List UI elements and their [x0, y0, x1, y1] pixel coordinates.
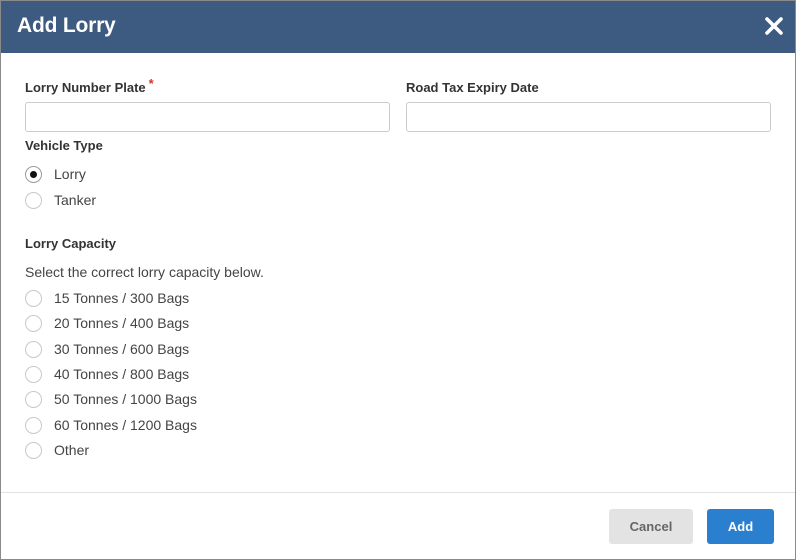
capacity-option-60t[interactable]: 60 Tonnes / 1200 Bags — [25, 415, 197, 435]
radio-button[interactable] — [25, 340, 42, 358]
radio-label: 60 Tonnes / 1200 Bags — [54, 417, 197, 433]
capacity-option-40t[interactable]: 40 Tonnes / 800 Bags — [25, 364, 189, 384]
radio-label: 15 Tonnes / 300 Bags — [54, 290, 190, 306]
capacity-option-other[interactable]: Other — [25, 440, 89, 460]
radio-label: 40 Tonnes / 800 Bags — [54, 366, 190, 382]
radio-button[interactable] — [25, 416, 42, 434]
capacity-option-50t[interactable]: 50 Tonnes / 1000 Bags — [25, 389, 197, 409]
dialog-title: Add Lorry — [17, 14, 116, 37]
radio-label: 50 Tonnes / 1000 Bags — [54, 391, 197, 407]
capacity-help-text: Select the correct lorry capacity below. — [25, 264, 264, 280]
cancel-button[interactable]: Cancel — [609, 509, 693, 544]
radio-button[interactable] — [25, 289, 42, 307]
dialog-header: Add Lorry — [1, 1, 795, 53]
radio-label: 20 Tonnes / 400 Bags — [54, 315, 190, 331]
road-tax-expiry-input[interactable] — [406, 102, 771, 132]
radio-label: 30 Tonnes / 600 Bags — [54, 341, 190, 357]
radio-button-lorry[interactable] — [25, 165, 42, 183]
required-asterisk: * — [148, 76, 154, 91]
add-button[interactable]: Add — [707, 509, 774, 544]
radio-label: Lorry — [54, 166, 86, 182]
number-plate-label-text: Lorry Number Plate — [25, 80, 146, 95]
vehicle-type-option-tanker[interactable]: Tanker — [25, 190, 96, 210]
capacity-option-30t[interactable]: 30 Tonnes / 600 Bags — [25, 339, 189, 359]
add-lorry-dialog: Add Lorry Lorry Number Plate * Road Tax E… — [0, 0, 796, 560]
number-plate-input[interactable] — [25, 102, 390, 132]
footer-divider — [1, 492, 795, 493]
radio-button[interactable] — [25, 441, 42, 459]
lorry-capacity-label: Lorry Capacity — [25, 236, 117, 251]
radio-button[interactable] — [25, 365, 42, 383]
vehicle-type-label: Vehicle Type — [25, 138, 103, 153]
radio-label: Tanker — [54, 192, 97, 208]
capacity-option-15t[interactable]: 15 Tonnes / 300 Bags — [25, 288, 189, 308]
radio-button[interactable] — [25, 390, 42, 408]
road-tax-label: Road Tax Expiry Date — [406, 80, 539, 95]
capacity-option-20t[interactable]: 20 Tonnes / 400 Bags — [25, 313, 189, 333]
close-icon[interactable] — [763, 15, 785, 37]
radio-button[interactable] — [25, 314, 42, 332]
radio-button-tanker[interactable] — [25, 191, 42, 209]
radio-label: Other — [54, 442, 90, 458]
vehicle-type-option-lorry[interactable]: Lorry — [25, 164, 86, 184]
number-plate-label: Lorry Number Plate * — [25, 76, 154, 95]
